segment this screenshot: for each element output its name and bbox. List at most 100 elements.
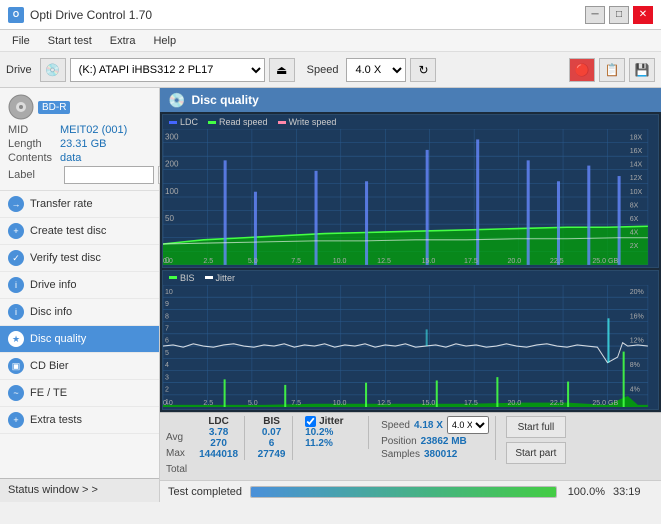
top-chart-svg: 300 200 100 50 0 18X 16X 14X 12X 10X 8X … <box>163 129 658 265</box>
jitter-legend-label: Jitter <box>216 273 236 283</box>
svg-text:15.0: 15.0 <box>422 256 436 265</box>
sidebar-item-disc-quality[interactable]: ★ Disc quality <box>0 326 159 353</box>
bis-legend-dot <box>169 276 177 279</box>
contents-label: Contents <box>8 152 60 164</box>
bis-total: 27749 <box>258 449 286 460</box>
total-label: Total <box>166 462 187 477</box>
sidebar: BD-R MID MEIT02 (001) Length 23.31 GB Co… <box>0 88 160 502</box>
read-speed-legend-label: Read speed <box>219 117 268 127</box>
position-value: 23862 MB <box>421 436 467 447</box>
start-full-button[interactable]: Start full <box>506 416 566 438</box>
svg-text:5.0: 5.0 <box>248 397 258 406</box>
progress-percent: 100.0% <box>565 486 605 498</box>
nav-label-transfer-rate: Transfer rate <box>30 198 93 210</box>
jitter-header-row: Jitter <box>305 416 362 427</box>
jitter-avg: 10.2% <box>305 427 362 438</box>
menu-extra[interactable]: Extra <box>102 33 144 49</box>
speed-select[interactable]: 4.0 X <box>346 58 406 82</box>
refresh-button[interactable]: ↻ <box>410 58 436 82</box>
close-button[interactable]: ✕ <box>633 6 653 24</box>
bottom-chart-svg: 10 9 8 7 6 5 4 3 2 1 20% 16% 12% 8% 4% <box>163 285 658 407</box>
mid-value: MEIT02 (001) <box>60 124 127 136</box>
svg-text:14X: 14X <box>630 160 643 169</box>
write-speed-legend: Write speed <box>278 117 337 127</box>
disc-type-badge: BD-R <box>38 101 70 114</box>
ldc-legend: LDC <box>169 117 198 127</box>
toolbar: Drive 💿 (K:) ATAPI iHBS312 2 PL17 ⏏ Spee… <box>0 52 661 88</box>
progress-time: 33:19 <box>613 486 653 498</box>
svg-text:12%: 12% <box>630 335 645 344</box>
svg-text:0.0: 0.0 <box>163 256 173 265</box>
sidebar-item-drive-info[interactable]: i Drive info <box>0 272 159 299</box>
svg-text:10X: 10X <box>630 187 643 196</box>
speed-position-col: Speed 4.18 X 4.0 X Position 23862 MB Sam… <box>375 416 496 460</box>
progress-bar-area: Test completed 100.0% 33:19 <box>160 480 661 502</box>
nav-label-fe-te: FE / TE <box>30 387 67 399</box>
speed-stat-value: 4.18 X <box>414 420 443 431</box>
content-header: 💿 Disc quality <box>160 88 661 112</box>
sidebar-item-cd-bier[interactable]: ▣ CD Bier <box>0 353 159 380</box>
title-bar-controls: ─ □ ✕ <box>585 6 653 24</box>
disc-panel: BD-R MID MEIT02 (001) Length 23.31 GB Co… <box>0 88 159 191</box>
nav-label-create-test-disc: Create test disc <box>30 225 106 237</box>
sidebar-item-extra-tests[interactable]: + Extra tests <box>0 407 159 434</box>
progress-track <box>250 486 557 498</box>
stats-bar: Avg Max Total LDC 3.78 270 1444018 BIS 0… <box>160 412 661 480</box>
bis-legend-label: BIS <box>180 273 195 283</box>
speed-stat-select[interactable]: 4.0 X <box>447 416 489 434</box>
disc-mid-row: MID MEIT02 (001) <box>8 124 151 136</box>
sidebar-item-create-test-disc[interactable]: + Create test disc <box>0 218 159 245</box>
nav-label-disc-info: Disc info <box>30 306 72 318</box>
sidebar-item-transfer-rate[interactable]: → Transfer rate <box>0 191 159 218</box>
nav-label-verify-test-disc: Verify test disc <box>30 252 101 264</box>
disc-header: BD-R <box>8 94 151 120</box>
disc-label-input[interactable] <box>64 166 154 184</box>
info-button[interactable]: 📋 <box>599 58 625 82</box>
sidebar-item-verify-test-disc[interactable]: ✓ Verify test disc <box>0 245 159 272</box>
drive-icon-btn[interactable]: 💿 <box>40 58 66 82</box>
svg-text:7.5: 7.5 <box>291 397 301 406</box>
length-label: Length <box>8 138 60 150</box>
stats-row-labels: Avg Max Total <box>166 416 187 477</box>
speed-label: Speed <box>307 64 339 76</box>
status-window-button[interactable]: Status window > > <box>0 478 159 502</box>
contents-value: data <box>60 152 81 164</box>
sidebar-item-disc-info[interactable]: i Disc info <box>0 299 159 326</box>
svg-text:9: 9 <box>165 299 169 308</box>
maximize-button[interactable]: □ <box>609 6 629 24</box>
ldc-header: LDC <box>208 416 229 427</box>
svg-text:16X: 16X <box>630 146 643 155</box>
menu-file[interactable]: File <box>4 33 38 49</box>
svg-text:50: 50 <box>165 214 174 223</box>
svg-text:5.0: 5.0 <box>248 256 258 265</box>
jitter-legend: Jitter <box>205 273 236 283</box>
minimize-button[interactable]: ─ <box>585 6 605 24</box>
svg-text:8%: 8% <box>630 360 641 369</box>
svg-text:20%: 20% <box>630 286 645 295</box>
jitter-header: Jitter <box>319 416 343 427</box>
nav-label-drive-info: Drive info <box>30 279 76 291</box>
start-part-button[interactable]: Start part <box>506 442 566 464</box>
jitter-stats-col: Jitter 10.2% 11.2% <box>299 416 369 449</box>
svg-text:4: 4 <box>165 360 169 369</box>
svg-text:10.0: 10.0 <box>333 256 347 265</box>
menu-bar: File Start test Extra Help <box>0 30 661 52</box>
menu-start-test[interactable]: Start test <box>40 33 100 49</box>
settings-button[interactable]: 🔴 <box>569 58 595 82</box>
sidebar-item-fe-te[interactable]: ~ FE / TE <box>0 380 159 407</box>
menu-help[interactable]: Help <box>145 33 184 49</box>
samples-label: Samples <box>381 449 420 460</box>
eject-button[interactable]: ⏏ <box>269 58 295 82</box>
save-button[interactable]: 💾 <box>629 58 655 82</box>
svg-text:5: 5 <box>165 348 169 357</box>
ldc-stats-col: LDC 3.78 270 1444018 <box>193 416 245 460</box>
read-speed-legend-dot <box>208 121 216 124</box>
status-text: Test completed <box>168 486 242 498</box>
svg-text:12.5: 12.5 <box>377 256 391 265</box>
svg-text:2: 2 <box>165 384 169 393</box>
svg-text:25.0 GB: 25.0 GB <box>592 397 618 406</box>
jitter-checkbox[interactable] <box>305 416 316 427</box>
jitter-legend-dot <box>205 276 213 279</box>
drive-select[interactable]: (K:) ATAPI iHBS312 2 PL17 <box>70 58 265 82</box>
svg-text:4X: 4X <box>630 227 639 236</box>
